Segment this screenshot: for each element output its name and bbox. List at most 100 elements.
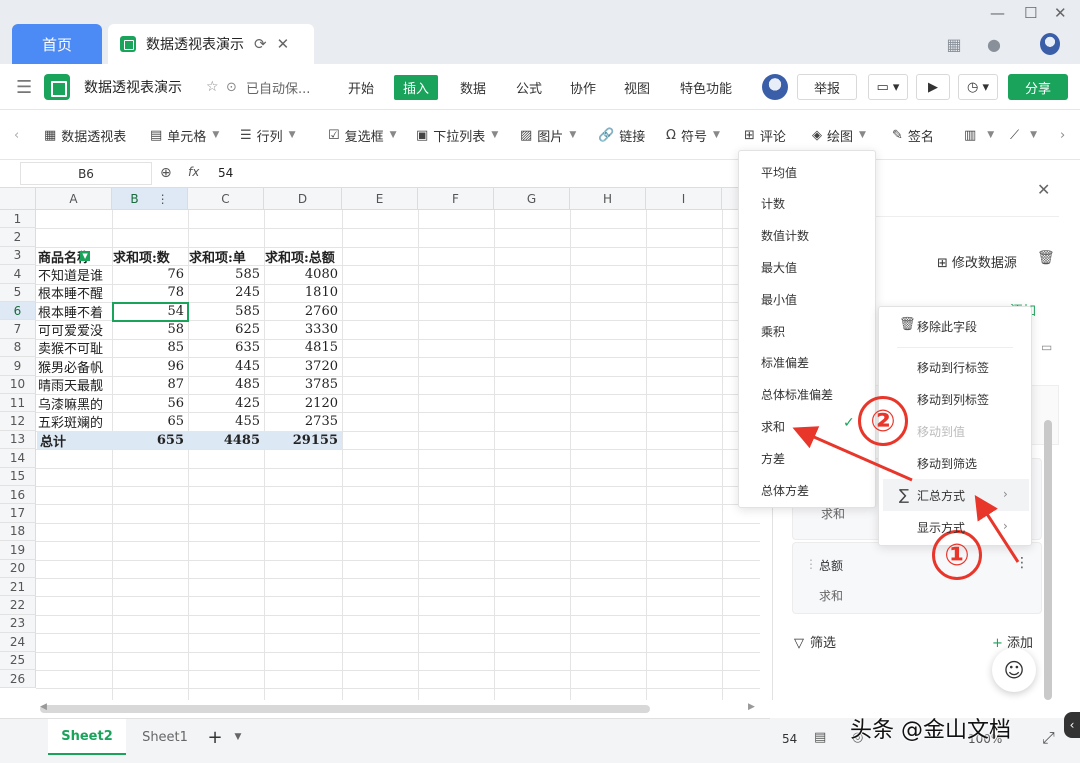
pivot-cell[interactable]: 1810 — [264, 284, 342, 302]
sheet-tab-sheet1[interactable]: Sheet1 — [130, 719, 200, 755]
maximize-icon[interactable]: ☐ — [1024, 4, 1037, 22]
summary-option[interactable]: 标准偏差 — [739, 347, 875, 379]
row-header[interactable]: 11 — [0, 394, 36, 413]
chart-button[interactable]: ▥ ▼ — [964, 110, 994, 160]
row-header[interactable]: 2 — [0, 228, 36, 247]
row-header[interactable]: 19 — [0, 541, 36, 560]
context-menu-option[interactable]: 移动到行标签 — [879, 351, 1031, 383]
row-header[interactable]: 4 — [0, 265, 36, 284]
fullscreen-icon[interactable]: ⤢ — [1042, 728, 1055, 748]
select-all-corner[interactable] — [0, 188, 36, 210]
pivot-cell[interactable]: 58 — [112, 320, 188, 338]
column-more-icon[interactable]: ⋮ — [157, 192, 169, 206]
image-button[interactable]: ▨ 图片 ▼ — [520, 110, 576, 160]
row-header[interactable]: 9 — [0, 357, 36, 376]
pivot-cell[interactable]: 425 — [188, 394, 264, 412]
column-header-f[interactable]: F — [418, 188, 494, 210]
cell-button[interactable]: ▤ 单元格 ▼ — [150, 110, 219, 160]
row-header[interactable]: 14 — [0, 449, 36, 468]
column-header-a[interactable]: A — [36, 188, 112, 210]
row-header[interactable]: 13 — [0, 430, 36, 450]
context-menu-option[interactable]: 移动到筛选 — [879, 447, 1031, 479]
pivot-cell[interactable]: 根本睡不着 — [38, 302, 111, 321]
row-header[interactable]: 1 — [0, 210, 36, 229]
row-header[interactable]: 5 — [0, 283, 36, 302]
column-header-g[interactable]: G — [494, 188, 570, 210]
zoom-search-icon[interactable]: ⊕ — [160, 165, 172, 181]
minimize-icon[interactable]: — — [990, 4, 1005, 22]
column-header-e[interactable]: E — [342, 188, 418, 210]
value-field-card-total[interactable]: ⋮⋮ 总额 求和 ⋮ — [792, 542, 1042, 614]
pivot-cell[interactable]: 3785 — [264, 376, 342, 394]
pivot-cell[interactable]: 2735 — [264, 412, 342, 430]
panel-collapse-icon[interactable]: ‹ — [1064, 712, 1080, 738]
pivot-cell[interactable]: 乌漆嘛黑的 — [38, 394, 111, 413]
row-header[interactable]: 16 — [0, 486, 36, 505]
add-sheet-button[interactable]: + — [204, 719, 226, 755]
pivot-cell[interactable]: 根本睡不醒 — [38, 284, 111, 302]
row-header[interactable]: 12 — [0, 412, 36, 431]
pivot-cell[interactable]: 445 — [188, 357, 264, 375]
column-header-i[interactable]: I — [646, 188, 722, 210]
menu-insert[interactable]: 插入 — [394, 74, 439, 100]
total-price[interactable]: 4485 — [188, 431, 264, 449]
summary-option[interactable]: 乘积 — [739, 315, 875, 347]
pivot-cell[interactable]: 85 — [112, 339, 188, 357]
chat-icon[interactable]: ● — [984, 34, 1004, 54]
pivot-cell[interactable]: 65 — [112, 412, 188, 430]
fx-icon[interactable]: fx — [188, 165, 199, 179]
assistant-mascot-icon[interactable]: ☺ — [992, 648, 1036, 692]
sign-button[interactable]: ✎ 签名 — [892, 110, 934, 160]
dropdown-list-button[interactable]: ▣ 下拉列表 ▼ — [416, 110, 498, 160]
pivot-cell[interactable]: 78 — [112, 284, 188, 302]
field-more-icon[interactable]: ⋮ — [1015, 555, 1029, 571]
row-header[interactable]: 15 — [0, 467, 36, 486]
pivot-cell[interactable]: 卖猴不可耻 — [38, 339, 111, 357]
row-col-button[interactable]: ☰ 行列 ▼ — [240, 110, 296, 160]
row-header[interactable]: 18 — [0, 522, 36, 542]
apps-grid-icon[interactable]: ▦ — [944, 34, 964, 54]
pivot-cell[interactable]: 485 — [188, 376, 264, 394]
sheet-menu-caret-icon[interactable]: ▼ — [230, 719, 246, 755]
pivot-cell[interactable]: 五彩斑斓的 — [38, 412, 111, 431]
row-header[interactable]: 25 — [0, 651, 36, 670]
pivot-cell[interactable]: 4815 — [264, 339, 342, 357]
pivot-cell[interactable]: 585 — [188, 302, 264, 320]
summary-option[interactable]: 总体方差 — [739, 474, 875, 506]
row-header[interactable]: 7 — [0, 320, 36, 339]
reload-icon[interactable]: ⟳ — [254, 35, 267, 53]
row-header[interactable]: 3 — [0, 246, 36, 266]
summary-option[interactable]: 数值计数 — [739, 220, 875, 252]
menu-special[interactable]: 特色功能 — [680, 64, 732, 110]
pivot-cell[interactable]: 猴男必备帆 — [38, 357, 111, 376]
pivot-cell[interactable]: 56 — [112, 394, 188, 412]
total-label[interactable]: 总计 — [37, 431, 112, 449]
row-header[interactable]: 8 — [0, 338, 36, 358]
panel-close-icon[interactable]: ✕ — [1037, 180, 1050, 199]
tab-home[interactable]: 首页 — [12, 24, 102, 64]
collaborator-avatar[interactable] — [762, 64, 788, 110]
menu-formula[interactable]: 公式 — [516, 64, 542, 110]
pivot-cell[interactable]: 不知道是谁 — [38, 265, 111, 284]
row-header[interactable]: 20 — [0, 559, 36, 578]
sheet-tab-sheet2[interactable]: Sheet2 — [48, 719, 126, 755]
pivot-cell[interactable]: 76 — [112, 265, 188, 283]
filter-dropdown-icon[interactable]: ▼ — [80, 251, 91, 261]
report-button[interactable]: 举报 — [797, 74, 857, 100]
pivot-cell[interactable]: 87 — [112, 376, 188, 394]
spreadsheet-grid[interactable]: A B ⋮ C D E F G H I 1 2 3 4 5 6 7 8 9 10 11 12 13 14 15… — [0, 188, 760, 700]
hamburger-menu-icon[interactable]: ☰ — [16, 64, 32, 110]
pivot-cell[interactable]: 2120 — [264, 394, 342, 412]
row-header[interactable]: 26 — [0, 670, 36, 689]
row-header[interactable]: 17 — [0, 504, 36, 523]
formula-input[interactable]: 54 — [218, 166, 233, 180]
column-header-d[interactable]: D — [264, 188, 342, 210]
row-header[interactable]: 22 — [0, 596, 36, 615]
column-header-c[interactable]: C — [188, 188, 264, 210]
menu-start[interactable]: 开始 — [348, 64, 374, 110]
horizontal-scrollbar[interactable] — [40, 705, 650, 713]
summary-option[interactable]: 计数 — [739, 188, 875, 220]
line-chart-button[interactable]: ⟋ ▼ — [1010, 110, 1037, 160]
column-header-h[interactable]: H — [570, 188, 646, 210]
delete-pivot-icon[interactable]: 🗑 — [1037, 250, 1055, 266]
